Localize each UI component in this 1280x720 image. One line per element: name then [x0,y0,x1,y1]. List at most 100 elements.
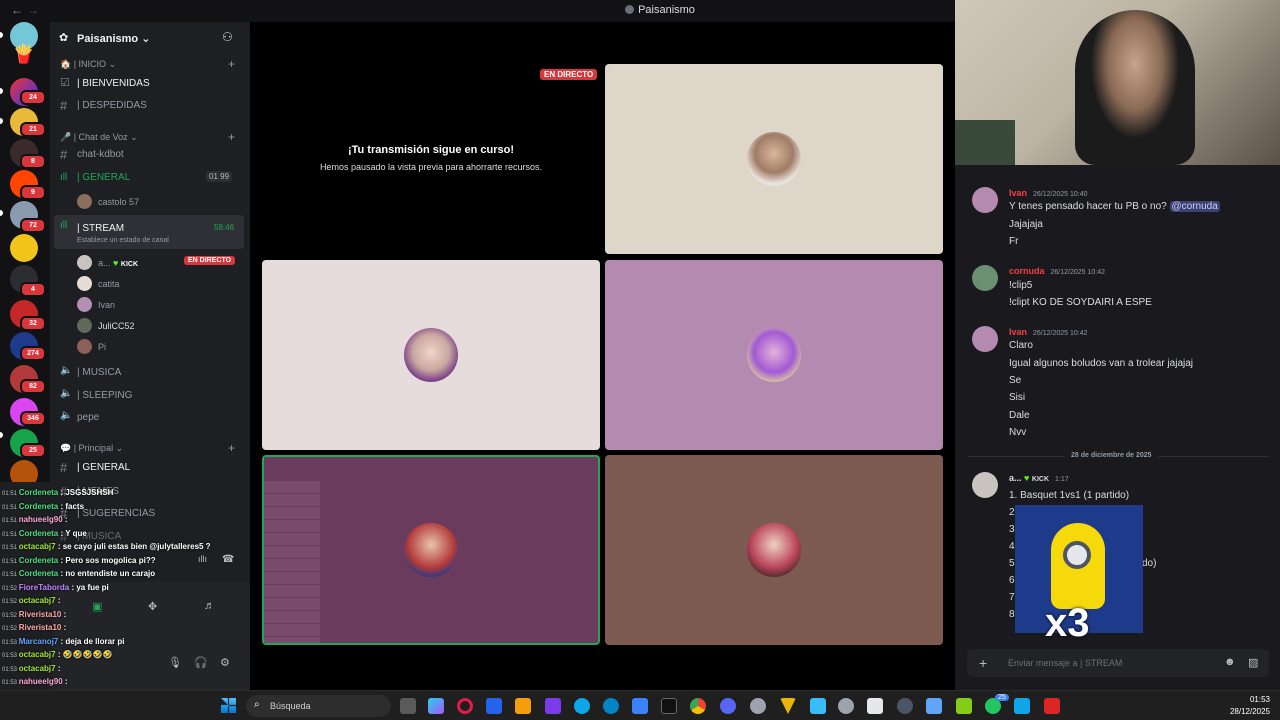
hash-icon: # [60,147,68,162]
overlay-chat-time: 01:51 [2,518,19,524]
participant-tile[interactable] [605,64,943,254]
participant-avatar [747,328,801,382]
overlay-chat-time: 01:51 [2,504,19,511]
minion-sticker: x3 [1015,505,1143,645]
fries-server-icon[interactable]: 🍟 [10,44,38,72]
vscode-icon[interactable] [810,698,826,714]
add-channel-icon[interactable]: + [228,441,235,455]
server-header[interactable]: ✿ Paisanismo ⌄ ⚇ [50,22,250,54]
activities-icon[interactable]: ✥ [148,600,157,613]
channel-sugerencias[interactable]: # | SUGERENCIAS [60,504,244,524]
mention-badge: 24 [20,90,46,105]
opera-icon[interactable] [457,698,473,714]
voice-channel-stream[interactable]: ıll | STREAM 58:46 Establece un estado d… [54,215,244,249]
settings-gear-icon[interactable]: ⚙ [220,656,230,669]
overlay-chat-user: nahueelg90 [18,677,63,686]
overlay-chat-line: 01:52 octacabj7 : [2,596,60,605]
message-text: Fr [1009,236,1019,247]
overlay-chat-time: 01:51 [2,558,19,565]
app-icon[interactable] [867,698,883,714]
participant-tile[interactable] [605,260,943,450]
app-icon[interactable] [926,698,942,714]
server-icon[interactable] [10,234,38,262]
channel-general[interactable]: # | GENERAL [60,458,244,478]
overlay-chat-time: 01:53 [2,666,19,673]
discord-icon[interactable] [720,698,736,714]
app-icon[interactable] [1014,698,1030,714]
participant-tile[interactable] [262,260,600,450]
channel-chat-kdbot[interactable]: # chat-kdbot [60,145,244,165]
notepad-icon[interactable] [632,698,648,714]
message-input[interactable]: + Enviar mensaje a | STREAM ☻ ▨ [967,649,1269,677]
overlay-chat-user: octacabj7 [18,542,56,551]
app-icon[interactable] [956,698,972,714]
category-principal[interactable]: 💬 | Principal ⌄ [60,443,123,454]
microphone-icon[interactable]: 🎙 [168,656,182,669]
store-icon[interactable] [486,698,502,714]
overlay-chat-text: : se cayo juli estas bien @julytalleres5… [55,542,211,551]
app-icon[interactable] [780,698,796,714]
file-explorer-icon[interactable] [515,698,531,714]
message-author[interactable]: a... ♥ KICK 1:17 [1009,473,1069,483]
overlay-chat-line: 01:52 FioreTaborda : ya fue pi [2,583,109,592]
overlay-chat-text: : ya fue pi [69,582,109,592]
message-author[interactable]: Ivan 26/12/2025 10:40 [1009,188,1088,198]
participant-avatar [747,132,801,186]
edge-icon[interactable] [574,698,590,714]
voice-channel-sleeping[interactable]: 🔈 | SLEEPING [60,386,244,406]
overlay-chat-line: 01:52 Riverista10 : [2,623,66,632]
invite-people-icon[interactable]: ⚇ [222,30,233,44]
headphones-icon[interactable]: 🎧 [194,656,208,669]
voice-channel-pepe[interactable]: 🔈 pepe [60,408,244,428]
overlay-chat-text: : [62,515,68,524]
mention-badge: 4 [20,282,46,297]
channel-bienvenidas[interactable]: ☑ | BIENVENIDAS [60,74,244,94]
message-author[interactable]: Ivan 26/12/2025 10:42 [1009,327,1088,337]
voice-channel-general[interactable]: ıll | GENERAL 01 99 [60,168,244,188]
terminal-icon[interactable] [661,698,677,714]
unread-pip [0,432,3,438]
disconnect-icon[interactable]: ☎ [222,554,234,565]
user-mention[interactable]: @cornuda [1169,201,1220,212]
copilot-icon[interactable] [428,698,444,714]
overlay-chat-user: Riverista10 [18,623,62,632]
avatar[interactable] [972,265,998,291]
mention-badge: 274 [20,346,46,361]
participant-tile[interactable] [605,455,943,645]
message-text: Nvv [1009,427,1027,438]
app-icon[interactable] [897,698,913,714]
channel-despedidas[interactable]: # | DESPEDIDAS [60,96,244,116]
app-icon[interactable] [1044,698,1060,714]
screen-share-icon[interactable]: ▣ [92,600,102,613]
stream-stage: EN DIRECTO ¡Tu transmisión sigue en curs… [250,22,955,690]
attach-plus-icon[interactable]: + [979,655,987,671]
avatar[interactable] [972,187,998,213]
date-divider-label: 28 de diciembre de 2025 [1065,452,1158,459]
overlay-chat-line: 01:51 Cordeneta : Y que [2,529,87,538]
message-author[interactable]: cornuda 26/12/2025 10:42 [1009,266,1105,276]
overlay-chat-time: 01:51 [2,531,19,538]
edge-beta-icon[interactable] [603,698,619,714]
obs-icon[interactable] [750,698,766,714]
pen-app-icon[interactable] [545,698,561,714]
message-text: do) [1142,558,1157,569]
task-view-icon[interactable] [400,698,416,714]
system-clock[interactable]: 01:53 28/12/2025 [1200,694,1270,718]
avatar[interactable] [972,326,998,352]
emoji-icon[interactable]: ☻ [1224,656,1236,668]
chrome-icon[interactable] [690,698,706,714]
gif-image-icon[interactable]: ▨ [1248,656,1258,669]
category-inicio[interactable]: 🏠 | INICIO ⌄ [60,59,116,70]
start-button-icon[interactable] [221,698,236,713]
participant-tile-speaking[interactable] [262,455,600,645]
overlay-chat-time: 01:53 [2,653,19,659]
voice-channel-musica[interactable]: 🔈 | MUSICA [60,363,244,383]
add-channel-icon[interactable]: + [228,57,235,71]
category-voice-chat[interactable]: 🎤 | Chat de Voz ⌄ [60,132,138,143]
soundboard-icon[interactable]: ♬ [204,600,215,612]
settings-icon[interactable] [838,698,854,714]
add-channel-icon[interactable]: + [228,130,235,144]
avatar[interactable] [972,472,998,498]
overlay-chat-time: 01:52 [2,599,19,605]
taskbar-search[interactable]: ⌕ Búsqueda [246,695,391,717]
